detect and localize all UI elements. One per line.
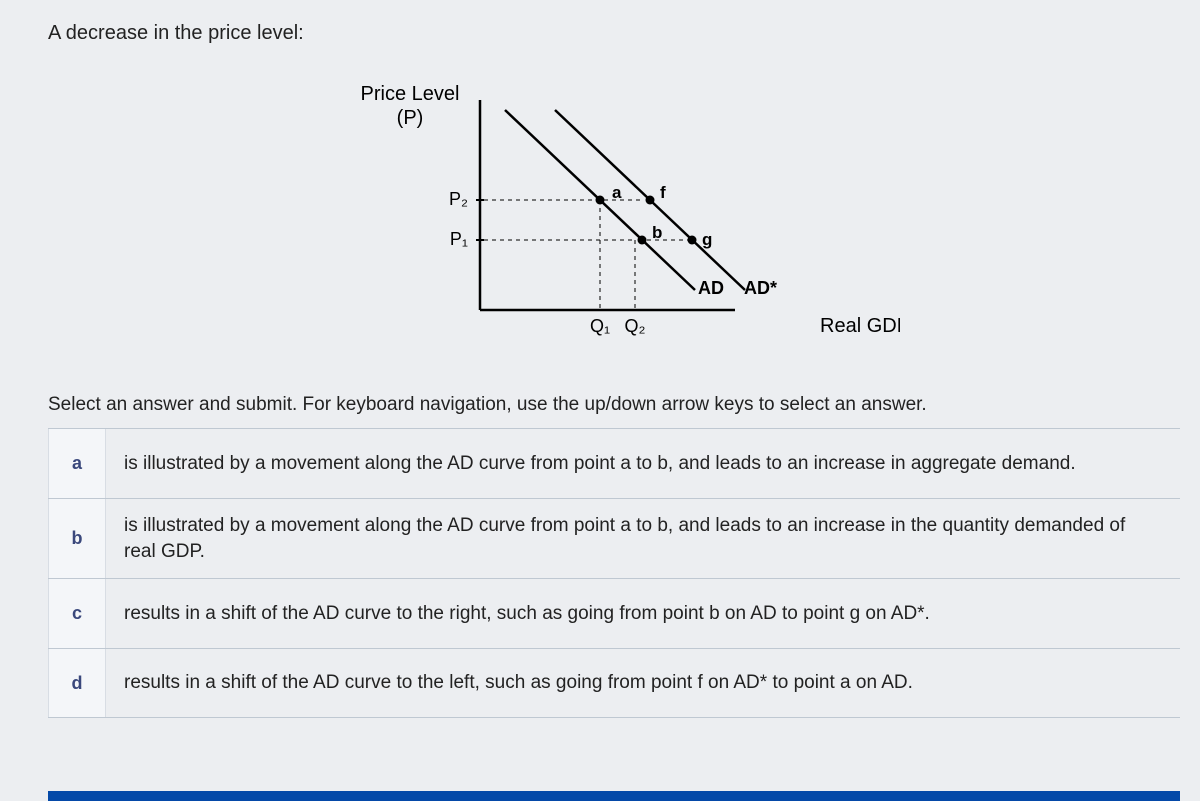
answer-letter: d — [48, 649, 106, 717]
answer-option-a[interactable]: a is illustrated by a movement along the… — [48, 428, 1180, 498]
question-text: A decrease in the price level: — [48, 22, 304, 45]
answer-text: results in a shift of the AD curve to th… — [106, 579, 1180, 648]
answer-text: is illustrated by a movement along the A… — [106, 499, 1180, 578]
chart-svg: Price Level (P) P₂ P₁ Q₁ Q₂ AD — [340, 70, 900, 360]
y-axis-label-1: Price Level — [361, 83, 460, 105]
point-b — [638, 236, 647, 245]
point-g-label: g — [702, 230, 712, 249]
answer-letter: c — [48, 579, 106, 648]
point-f — [646, 196, 655, 205]
p2-tick-label: P₂ — [449, 189, 468, 209]
answers-list: a is illustrated by a movement along the… — [48, 428, 1180, 718]
instructions-text: Select an answer and submit. For keyboar… — [48, 394, 927, 416]
point-a — [596, 196, 605, 205]
point-g — [688, 236, 697, 245]
ad-curve-chart: Price Level (P) P₂ P₁ Q₁ Q₂ AD — [340, 70, 900, 360]
answer-option-b[interactable]: b is illustrated by a movement along the… — [48, 498, 1180, 578]
p1-tick-label: P₁ — [450, 229, 468, 249]
q1-tick-label: Q₁ — [590, 316, 610, 336]
answer-letter: b — [48, 499, 106, 578]
point-a-label: a — [612, 183, 622, 202]
ad-label: AD — [698, 278, 724, 298]
q2-tick-label: Q₂ — [625, 316, 646, 336]
answer-option-c[interactable]: c results in a shift of the AD curve to … — [48, 578, 1180, 648]
adstar-label: AD* — [744, 278, 777, 298]
answer-text: is illustrated by a movement along the A… — [106, 429, 1180, 498]
point-b-label: b — [652, 223, 662, 242]
x-axis-label: Real GDP (Q) — [820, 315, 900, 337]
answer-text: results in a shift of the AD curve to th… — [106, 649, 1180, 717]
answer-letter: a — [48, 429, 106, 498]
bottom-accent-bar — [48, 791, 1180, 801]
y-axis-label-2: (P) — [397, 107, 424, 129]
page: A decrease in the price level: Price Lev… — [0, 0, 1200, 801]
point-f-label: f — [660, 183, 666, 202]
answer-option-d[interactable]: d results in a shift of the AD curve to … — [48, 648, 1180, 718]
